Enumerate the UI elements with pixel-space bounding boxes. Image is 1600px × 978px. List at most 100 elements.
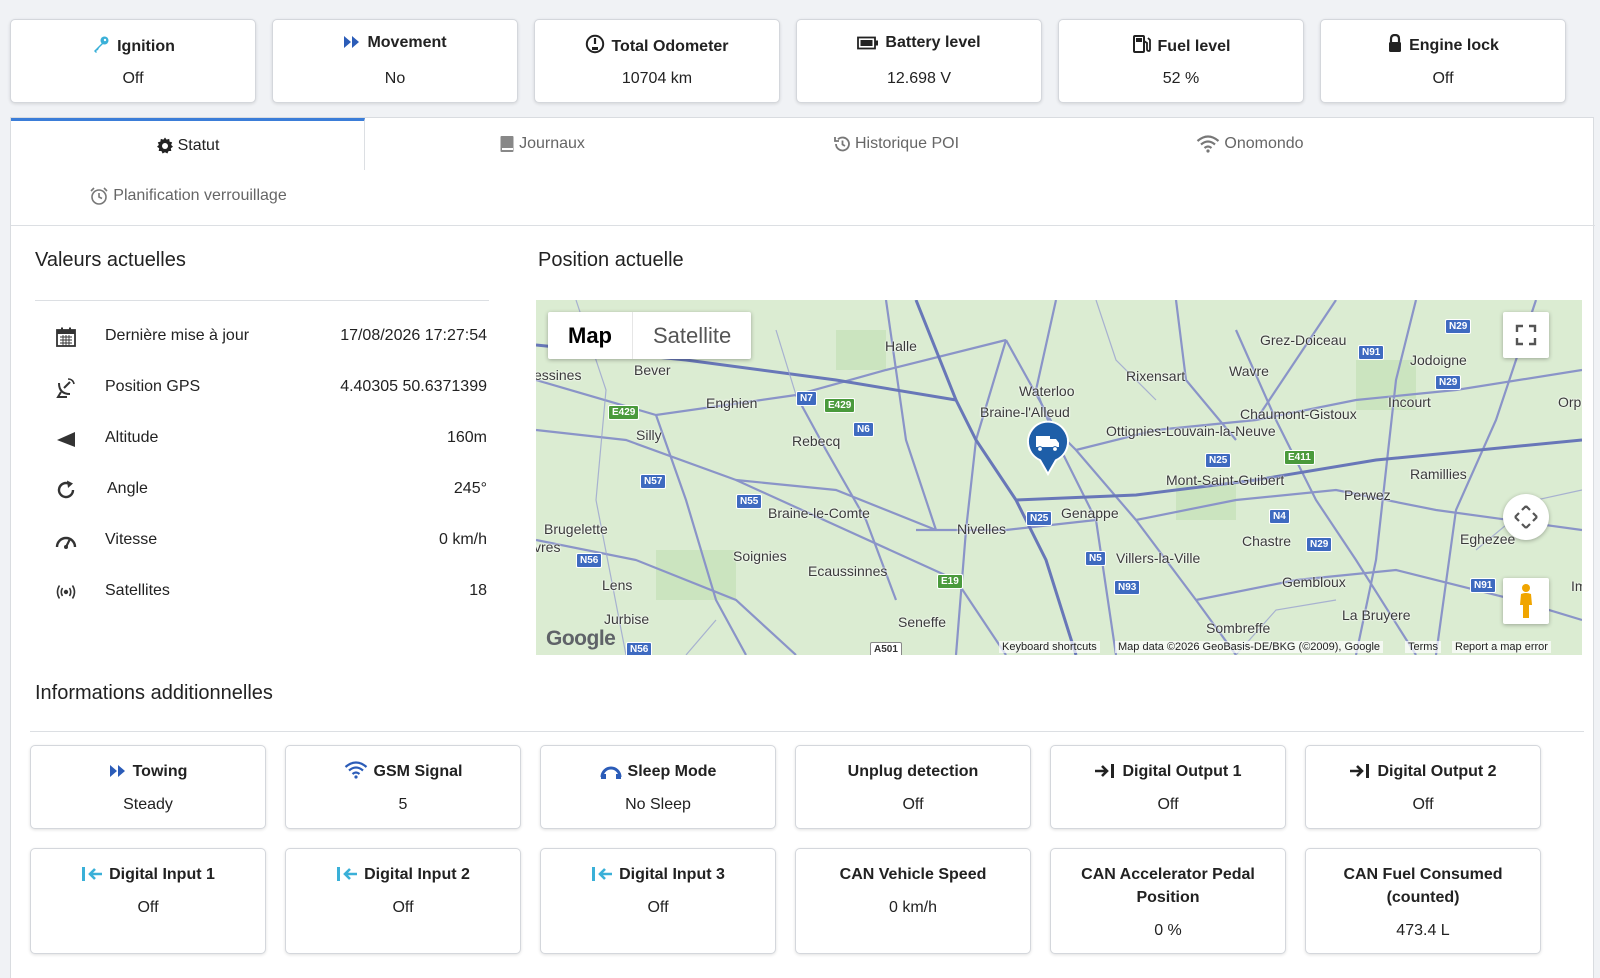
map-town-label: Rebecq (792, 433, 841, 449)
info-card-towing: Towing Steady (30, 745, 266, 829)
map-type-map-button[interactable]: Map (548, 312, 632, 359)
map-town-label: Soignies (733, 548, 787, 564)
tab-onomondo[interactable]: Onomondo (1073, 118, 1427, 170)
road-sign: E19 (937, 574, 963, 589)
map-town-label: Im (1571, 578, 1582, 594)
terms-link[interactable]: Terms (1405, 641, 1441, 653)
value-label: Position GPS (105, 378, 201, 395)
street-view-pegman[interactable] (1503, 578, 1549, 624)
tab-statut[interactable]: Statut (11, 118, 365, 170)
value-text: 245° (453, 480, 487, 497)
info-card-unplug-detection: Unplug detection Off (795, 745, 1031, 829)
info-value: 0 % (1154, 922, 1182, 939)
map-type-control: Map Satellite (548, 312, 752, 359)
info-value: Off (137, 899, 159, 916)
fuel-pump-icon (1132, 35, 1151, 53)
map-town-label: Villers-la-Ville (1116, 550, 1201, 566)
info-value: 473.4 L (1396, 922, 1450, 939)
road-sign: N93 (1114, 580, 1141, 595)
tab-label: Journaux (519, 135, 585, 152)
stat-label: Fuel level (1157, 38, 1231, 55)
stat-label: Engine lock (1409, 37, 1499, 54)
stat-card-ignition: Ignition Off (10, 19, 256, 103)
map-town-label: Sombreffe (1206, 620, 1271, 636)
info-value: 5 (398, 796, 408, 813)
satellite-dish-icon (56, 378, 75, 398)
truck-marker-icon[interactable] (1024, 420, 1072, 476)
input-arrow-icon (337, 867, 358, 881)
map-town-label: Rixensart (1126, 368, 1186, 384)
map-type-satellite-button[interactable]: Satellite (632, 312, 751, 359)
info-card-digital-input-3: Digital Input 3 Off (540, 848, 776, 954)
info-card-sleep-mode: Sleep Mode No Sleep (540, 745, 776, 829)
road-sign: N91 (1358, 345, 1385, 360)
value-row-angle: Angle 245° (55, 464, 487, 516)
input-arrow-icon (592, 867, 613, 881)
tab-label: Planification verrouillage (113, 187, 287, 204)
pegman-icon (1520, 584, 1532, 618)
fast-forward-icon (109, 765, 125, 777)
stat-value: 12.698 V (886, 70, 952, 87)
divider (35, 300, 489, 301)
value-label: Vitesse (105, 531, 158, 548)
map-town-label: La Bruyere (1342, 607, 1411, 623)
info-card-digital-input-1: Digital Input 1 Off (30, 848, 266, 954)
map-town-label: Orp-Jau (1558, 394, 1582, 410)
stat-card-engine-lock: Engine lock Off (1320, 19, 1566, 103)
map-town-label: Gembloux (1282, 574, 1346, 590)
map[interactable]: Halle Grez-Doiceau Jodoigne essines Beve… (536, 300, 1582, 655)
info-value: 0 km/h (888, 899, 937, 916)
map-town-label: Jodoigne (1410, 352, 1467, 368)
road-sign: N25 (1205, 453, 1232, 468)
road-sign: N91 (1470, 578, 1497, 593)
key-icon (94, 36, 109, 53)
stat-label: Ignition (117, 38, 175, 55)
wifi-icon (1197, 135, 1220, 153)
info-value: Steady (123, 796, 173, 813)
battery-icon (857, 36, 879, 50)
stat-label: Total Odometer (611, 38, 729, 55)
position-title: Position actuelle (538, 249, 684, 271)
info-value: Off (1157, 796, 1179, 813)
map-town-label: Ottignies-Louvain-la-Neuve (1106, 423, 1276, 439)
map-town-label: essines (536, 367, 582, 383)
info-label: Unplug detection (847, 763, 979, 780)
map-town-label: Jurbise (604, 611, 650, 627)
fullscreen-button[interactable] (1503, 312, 1549, 358)
map-town-label: vres (536, 539, 561, 555)
tab-label: Statut (177, 136, 220, 154)
keyboard-shortcuts-link[interactable]: Keyboard shortcuts (999, 641, 1100, 653)
map-town-label: Wavre (1229, 363, 1269, 379)
info-value: Off (902, 796, 924, 813)
rotate-icon (57, 480, 75, 499)
tab-journaux[interactable]: Journaux (365, 118, 719, 170)
stat-label: Battery level (885, 34, 981, 51)
tab-label: Onomondo (1224, 135, 1304, 152)
road-sign: N25 (1026, 511, 1053, 526)
value-text: 17/08/2026 17:27:54 (340, 327, 487, 344)
road-sign: N29 (1445, 319, 1472, 334)
road-sign: N6 (853, 422, 874, 437)
value-label: Angle (107, 480, 148, 497)
calendar-icon (56, 327, 76, 347)
value-row-last-update: Dernière mise à jour 17/08/2026 17:27:54 (55, 311, 487, 363)
map-attribution: Map data ©2026 GeoBasis-DE/BKG (©2009), … (1115, 641, 1384, 653)
report-map-error-link[interactable]: Report a map error (1452, 641, 1551, 653)
info-value: No Sleep (625, 796, 691, 813)
map-town-label: Braine-le-Comte (768, 505, 870, 521)
road-sign: N55 (736, 494, 763, 509)
tab-historique-poi[interactable]: Historique POI (719, 118, 1073, 170)
wifi-icon (344, 761, 367, 779)
stat-value: No (384, 70, 406, 87)
history-icon (834, 136, 850, 152)
map-town-label: Nivelles (957, 521, 1007, 537)
road-sign: N7 (796, 391, 817, 406)
info-value: Off (1412, 796, 1434, 813)
tab-planification-verrouillage[interactable]: Planification verrouillage (11, 170, 365, 222)
map-town-label: Silly (636, 427, 662, 443)
map-town-label: Grez-Doiceau (1260, 332, 1347, 348)
additional-info-title: Informations additionnelles (35, 682, 273, 704)
speedometer-icon (55, 536, 77, 549)
map-town-label: Chastre (1242, 533, 1292, 549)
camera-control-button[interactable] (1503, 494, 1549, 540)
